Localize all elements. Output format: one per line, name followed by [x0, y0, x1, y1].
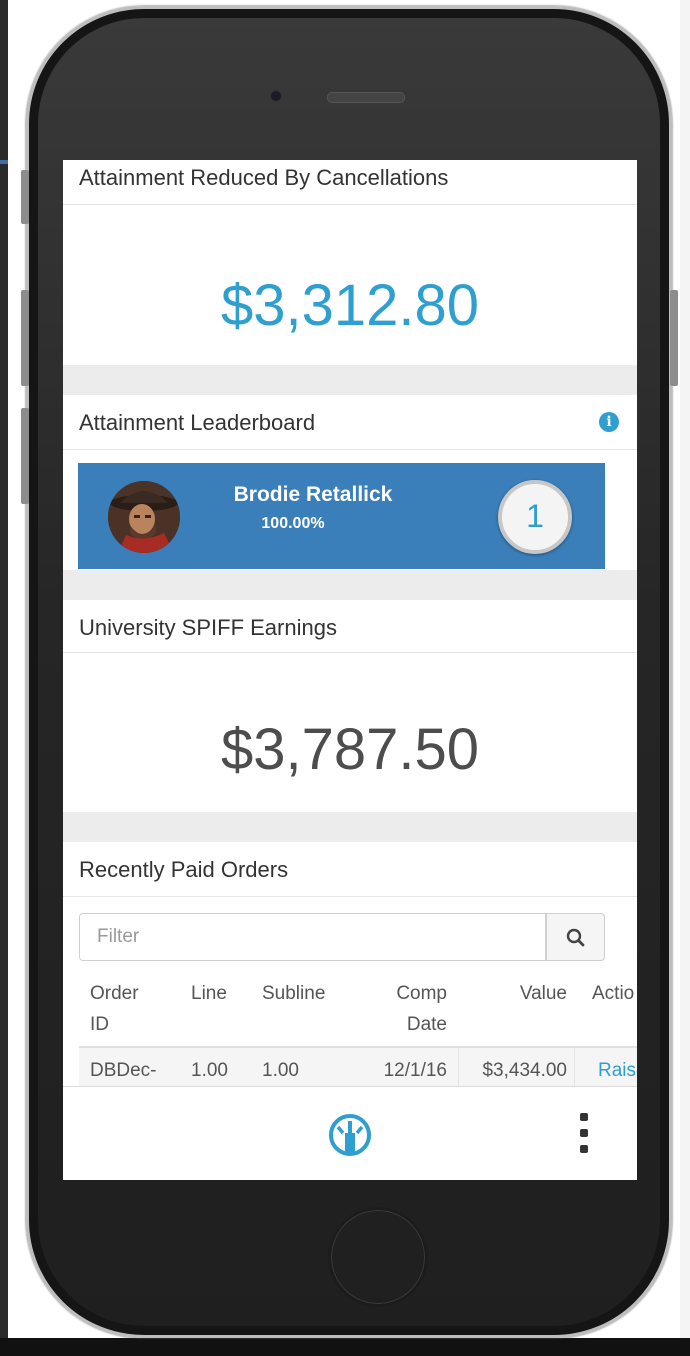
col-action[interactable]: Actio: [592, 978, 634, 1009]
front-camera: [269, 89, 283, 103]
leaderboard-title: Attainment Leaderboard: [79, 410, 316, 435]
cancellations-value: $3,312.80: [220, 273, 480, 338]
volume-down-button: [21, 408, 29, 504]
spiff-title: University SPIFF Earnings: [79, 615, 337, 640]
filter-input[interactable]: [79, 913, 546, 961]
leader-name: Brodie Retallick: [233, 483, 393, 506]
dashboard-icon[interactable]: [326, 1113, 374, 1157]
col-order-id[interactable]: Order ID: [90, 978, 139, 1040]
bottom-nav: [63, 1086, 637, 1180]
search-button[interactable]: [546, 913, 605, 961]
app-screen: Attainment Reduced By Cancellations $3,3…: [63, 160, 637, 1180]
orders-title: Recently Paid Orders: [79, 857, 289, 882]
volume-up-button: [21, 290, 29, 386]
power-button: [670, 290, 678, 386]
avatar: [108, 481, 180, 553]
earpiece-speaker: [327, 92, 405, 103]
spiff-card: University SPIFF Earnings $3,787.50: [63, 600, 637, 812]
leader-percent: 100.00%: [261, 515, 325, 532]
cell-order-id[interactable]: DBDec-: [90, 1060, 157, 1082]
rank-badge: 1: [498, 480, 572, 554]
col-line[interactable]: Line: [191, 978, 227, 1009]
search-icon: [566, 928, 585, 947]
mute-switch: [21, 170, 29, 224]
col-subline[interactable]: Subline: [262, 978, 325, 1009]
col-value[interactable]: Value: [487, 978, 567, 1009]
background-bottom-strip: [0, 1338, 690, 1356]
col-comp-date[interactable]: Comp Date: [373, 978, 447, 1040]
background-left-strip: [0, 0, 8, 1356]
raise-link[interactable]: Raise: [598, 1060, 637, 1082]
cell-value: $3,434.00: [482, 1060, 567, 1081]
cell-line: 1.00: [191, 1060, 228, 1081]
leaderboard-entry[interactable]: Brodie Retallick 100.00% 1: [78, 463, 605, 569]
more-vertical-icon[interactable]: [579, 1111, 589, 1157]
cancellations-card: Attainment Reduced By Cancellations $3,3…: [63, 160, 637, 365]
home-button[interactable]: [328, 1207, 428, 1307]
cell-subline: 1.00: [262, 1060, 299, 1081]
background-right-strip: [680, 0, 690, 1356]
cancellations-title: Attainment Reduced By Cancellations: [79, 165, 449, 190]
cell-comp-date: 12/1/16: [383, 1060, 447, 1081]
spiff-value: $3,787.50: [220, 717, 480, 782]
info-icon[interactable]: i: [599, 412, 619, 432]
